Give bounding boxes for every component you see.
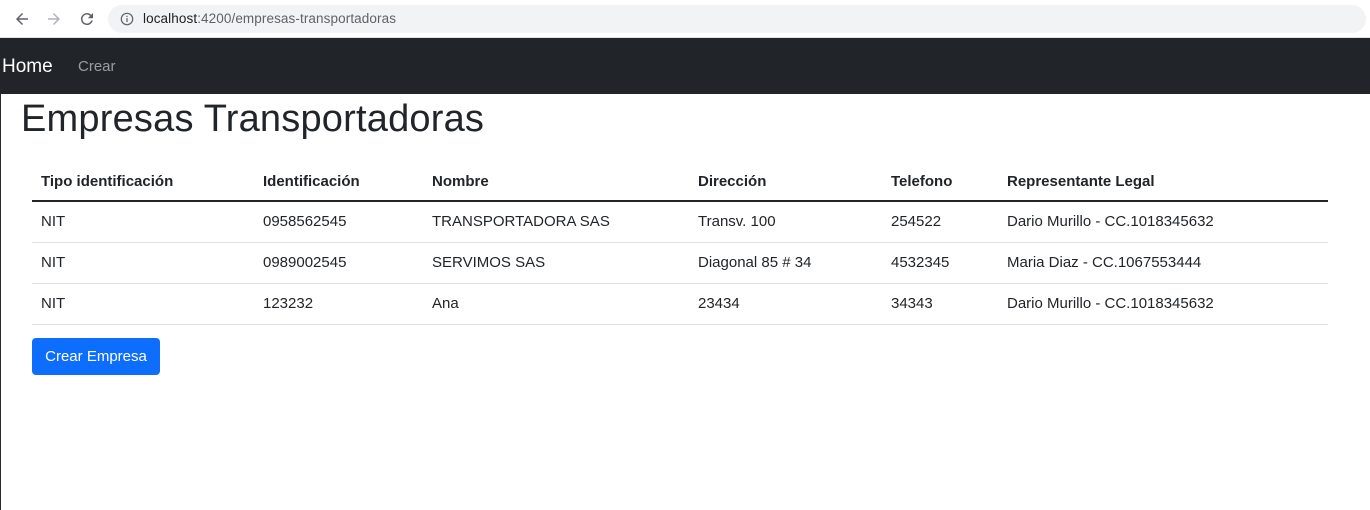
table-cell: 123232 — [254, 283, 423, 325]
column-header: Telefono — [882, 162, 998, 202]
table-cell: NIT — [32, 283, 254, 325]
page-title: Empresas Transportadoras — [21, 98, 485, 140]
companies-table: Tipo identificación Identificación Nombr… — [32, 162, 1328, 325]
table-row: NIT 123232 Ana 23434 34343 Dario Murillo… — [32, 283, 1328, 325]
table-row: NIT 0989002545 SERVIMOS SAS Diagonal 85 … — [32, 242, 1328, 284]
info-icon[interactable] — [120, 12, 134, 26]
column-header: Tipo identificación — [32, 162, 254, 202]
table-cell: 4532345 — [882, 242, 998, 284]
table-cell: NIT — [32, 201, 254, 243]
url-path: :4200/empresas-transportadoras — [197, 11, 397, 26]
table-cell: TRANSPORTADORA SAS — [423, 201, 689, 243]
column-header: Representante Legal — [998, 162, 1328, 202]
reload-icon — [80, 13, 93, 26]
browser-toolbar: localhost:4200/empresas-transportadoras — [0, 0, 1370, 38]
table-cell: Dario Murillo - CC.1018345632 — [998, 283, 1328, 325]
nav-home-link[interactable]: Home — [2, 56, 53, 78]
table-cell: NIT — [32, 242, 254, 284]
url-host: localhost — [143, 11, 198, 26]
forward-button[interactable] — [43, 8, 65, 30]
table-cell: SERVIMOS SAS — [423, 242, 689, 284]
reload-button[interactable] — [76, 8, 98, 30]
table-cell: 0958562545 — [254, 201, 423, 243]
top-navbar: Home Crear — [0, 38, 1370, 94]
nav-create-link[interactable]: Crear — [78, 58, 116, 75]
table-cell: Maria Diaz - CC.1067553444 — [998, 242, 1328, 284]
arrow-left-icon — [16, 13, 28, 25]
url-text[interactable]: localhost:4200/empresas-transportadoras — [143, 11, 396, 26]
table-row: NIT 0958562545 TRANSPORTADORA SAS Transv… — [32, 201, 1328, 243]
column-header: Dirección — [689, 162, 882, 202]
column-header: Nombre — [423, 162, 689, 202]
table-cell: 34343 — [882, 283, 998, 325]
table-cell: Diagonal 85 # 34 — [689, 242, 882, 284]
table-cell: 23434 — [689, 283, 882, 325]
window-edge — [0, 94, 1, 510]
address-bar[interactable]: localhost:4200/empresas-transportadoras — [108, 5, 1366, 33]
arrow-right-icon — [48, 13, 60, 25]
table-cell: Ana — [423, 283, 689, 325]
table-cell: 254522 — [882, 201, 998, 243]
table-cell: Transv. 100 — [689, 201, 882, 243]
column-header: Identificación — [254, 162, 423, 202]
back-button[interactable] — [11, 8, 33, 30]
table-cell: Dario Murillo - CC.1018345632 — [998, 201, 1328, 243]
create-company-button[interactable]: Crear Empresa — [32, 338, 160, 375]
table-header-row: Tipo identificación Identificación Nombr… — [32, 162, 1328, 202]
table-cell: 0989002545 — [254, 242, 423, 284]
